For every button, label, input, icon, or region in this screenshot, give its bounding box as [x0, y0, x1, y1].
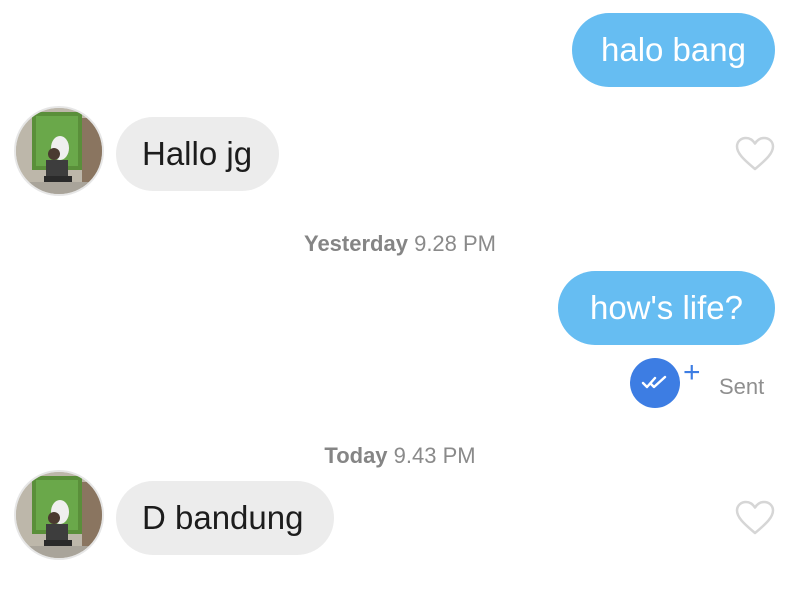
outgoing-message-bubble[interactable]: how's life?: [558, 271, 775, 345]
contact-avatar[interactable]: [14, 470, 104, 560]
outgoing-message-bubble[interactable]: halo bang: [572, 13, 775, 87]
incoming-message-bubble[interactable]: Hallo jg: [116, 117, 279, 191]
sent-status-label: Sent: [719, 374, 765, 399]
message-timestamp: Today 9.43 PM: [0, 443, 800, 469]
message-text: D bandung: [142, 499, 304, 536]
timestamp-time: 9.43 PM: [393, 443, 476, 468]
message-timestamp: Yesterday 9.28 PM: [0, 231, 800, 257]
double-check-icon: [641, 375, 667, 389]
message-text: Hallo jg: [142, 135, 253, 172]
message-text: how's life?: [589, 289, 744, 326]
read-receipt-badge[interactable]: [630, 358, 680, 408]
chat-thread: halo bang Hallo jg Yesterday 9.28 PM how…: [0, 0, 800, 598]
incoming-message-bubble[interactable]: D bandung: [116, 481, 334, 555]
timestamp-day: Today: [324, 443, 388, 468]
timestamp-day: Yesterday: [303, 231, 408, 256]
heart-outline-icon[interactable]: [735, 136, 775, 172]
plus-icon: +: [683, 356, 701, 389]
message-text: halo bang: [601, 31, 746, 68]
timestamp-time: 9.28 PM: [414, 231, 497, 256]
heart-outline-icon[interactable]: [735, 500, 775, 536]
contact-avatar[interactable]: [14, 106, 104, 196]
